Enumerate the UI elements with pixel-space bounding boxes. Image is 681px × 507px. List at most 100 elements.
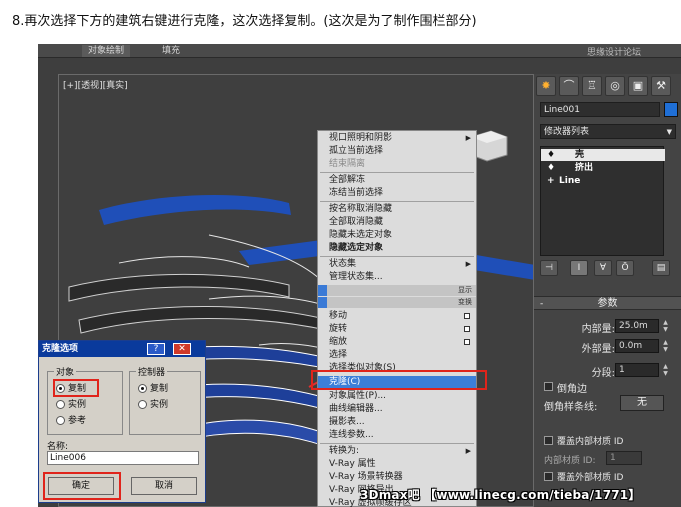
- modifier-stack[interactable]: ♦ 壳 ♦ 挤出 + Line: [540, 146, 665, 256]
- menu-dope-sheet[interactable]: 摄影表...: [318, 416, 476, 428]
- controller-group: 控制器 复制 实例: [129, 365, 201, 435]
- inner-amount-spinner[interactable]: 25.0m: [615, 319, 659, 333]
- menu-curve-editor[interactable]: 曲线编辑器...: [318, 403, 476, 415]
- modify-icon[interactable]: ⌒: [559, 76, 579, 96]
- segments-spinner[interactable]: 1: [615, 363, 659, 377]
- param-outer-amount: 外部量: 0.0m ▲ ▼: [534, 339, 681, 355]
- configure-sets-icon[interactable]: ▤: [652, 260, 670, 276]
- bevel-edges-checkbox[interactable]: [544, 382, 553, 391]
- override-outer-mat-checkbox[interactable]: [544, 472, 553, 481]
- bevel-spline-button[interactable]: 无: [620, 395, 664, 411]
- panel-tab-row: ✸ ⌒ ♖ ◎ ▣ ⚒: [536, 76, 679, 98]
- menu-scale-label: 缩放: [329, 337, 348, 347]
- spinner-arrows-icon[interactable]: ▲ ▼: [661, 363, 670, 377]
- menu-hide-unselected[interactable]: 隐藏未选定对象: [318, 229, 476, 241]
- quad-label-display: 显示: [458, 286, 472, 294]
- highlight-box-clone: [311, 370, 487, 390]
- menu-wire-parameters[interactable]: 连线参数...: [318, 429, 476, 441]
- menu-viewport-lighting-label: 视口照明和阴影: [329, 133, 393, 143]
- param-outer-amount-label: 外部量:: [581, 344, 615, 355]
- stack-item-extrude[interactable]: ♦ 挤出: [541, 162, 665, 174]
- submenu-arrow-icon: ▶: [465, 447, 471, 455]
- controller-group-title: 控制器: [136, 365, 168, 378]
- quad-label-transform: 变换: [458, 298, 472, 306]
- override-inner-mat-checkbox[interactable]: [544, 436, 553, 445]
- hierarchy-icon[interactable]: ♖: [582, 76, 602, 96]
- menu-vray-scene-converter[interactable]: V-Ray 场景转换器: [318, 471, 476, 483]
- pin-stack-icon[interactable]: ⊣: [540, 260, 558, 276]
- lightbulb-icon[interactable]: ♦: [547, 162, 555, 174]
- expand-plus-icon[interactable]: +: [547, 175, 555, 187]
- parameters-rollout-header[interactable]: - 参数: [534, 296, 681, 310]
- make-unique-icon[interactable]: ∀: [594, 260, 612, 276]
- controller-copy-label: 复制: [150, 384, 169, 394]
- stack-item-line-label: Line: [559, 176, 581, 186]
- menu-manage-state-sets[interactable]: 管理状态集...: [318, 271, 476, 283]
- menu-vray-properties[interactable]: V-Ray 属性: [318, 458, 476, 470]
- max-screenshot: 对象绘制 填充 思缘设计论坛 [+][透视][真实] 视口照明和阴影 ▶ 孤立当…: [38, 44, 681, 507]
- quad-marker: [318, 285, 327, 296]
- display-icon[interactable]: ▣: [628, 76, 648, 96]
- menu-select[interactable]: 选择: [318, 349, 476, 361]
- menu-convert-to[interactable]: 转换为: ▶: [318, 445, 476, 457]
- menu-hide-selection[interactable]: 隐藏选定对象: [318, 242, 476, 254]
- settings-box-icon[interactable]: [464, 339, 470, 345]
- modifier-list-dropdown[interactable]: 修改器列表 ▼: [540, 124, 676, 139]
- settings-box-icon[interactable]: [464, 313, 470, 319]
- menu-state-sets[interactable]: 状态集 ▶: [318, 258, 476, 270]
- quad-header-transform: 变换: [318, 297, 476, 308]
- help-button[interactable]: ?: [147, 343, 165, 355]
- menu-convert-to-label: 转换为:: [329, 446, 360, 456]
- param-inner-amount: 内部量: 25.0m ▲ ▼: [534, 319, 681, 335]
- outer-amount-spinner[interactable]: 0.0m: [615, 339, 659, 353]
- spinner-arrows-icon[interactable]: ▲ ▼: [661, 339, 670, 353]
- show-end-result-icon[interactable]: I: [570, 260, 588, 276]
- menu-unhide-by-name[interactable]: 按名称取消隐藏: [318, 203, 476, 215]
- dropdown-arrow-icon: ▼: [666, 128, 672, 136]
- close-button[interactable]: ✕: [173, 343, 191, 355]
- object-color-swatch[interactable]: [664, 102, 678, 117]
- quad-context-menu[interactable]: 视口照明和阴影 ▶ 孤立当前选择 结束隔离 全部解冻 冻结当前选择 按名称取消隐藏…: [317, 130, 477, 507]
- menu-separator: [320, 443, 474, 444]
- menu-isolate-selection[interactable]: 孤立当前选择: [318, 145, 476, 157]
- menu-rotate[interactable]: 旋转: [318, 323, 476, 335]
- tab-populate[interactable]: 填充: [156, 45, 186, 57]
- spinner-arrows-icon[interactable]: ▲ ▼: [661, 319, 670, 333]
- menu-object-properties[interactable]: 对象属性(P)...: [318, 390, 476, 402]
- modifier-list-label: 修改器列表: [544, 127, 590, 137]
- submenu-arrow-icon: ▶: [465, 260, 471, 268]
- menu-state-sets-label: 状态集: [329, 259, 357, 269]
- menu-viewport-lighting[interactable]: 视口照明和阴影 ▶: [318, 132, 476, 144]
- menu-move[interactable]: 移动: [318, 310, 476, 322]
- clone-name-input[interactable]: Line006: [47, 451, 199, 465]
- bevel-spline-label: 倒角样条线:: [544, 402, 598, 413]
- cancel-button[interactable]: 取消: [131, 477, 197, 495]
- object-instance-label: 实例: [68, 400, 87, 410]
- object-reference-radio[interactable]: 参考: [56, 416, 86, 426]
- menu-move-label: 移动: [329, 311, 348, 321]
- radio-dot: [56, 416, 65, 425]
- dialog-title: 克隆选项: [42, 344, 79, 354]
- lightbulb-icon[interactable]: ♦: [547, 149, 555, 161]
- menu-separator: [320, 201, 474, 202]
- utilities-icon[interactable]: ⚒: [651, 76, 671, 96]
- menu-unfreeze-all[interactable]: 全部解冻: [318, 174, 476, 186]
- tab-object-paint[interactable]: 对象绘制: [82, 45, 131, 57]
- remove-modifier-icon[interactable]: Ō: [616, 260, 634, 276]
- inner-mat-id-spinner[interactable]: 1: [606, 451, 642, 465]
- menu-rotate-label: 旋转: [329, 324, 348, 334]
- stack-item-shell[interactable]: ♦ 壳: [541, 149, 665, 161]
- controller-instance-label: 实例: [150, 400, 169, 410]
- radio-dot: [138, 400, 147, 409]
- object-instance-radio[interactable]: 实例: [56, 400, 86, 410]
- menu-freeze-selection[interactable]: 冻结当前选择: [318, 187, 476, 199]
- menu-scale[interactable]: 缩放: [318, 336, 476, 348]
- menu-unhide-all[interactable]: 全部取消隐藏: [318, 216, 476, 228]
- create-icon[interactable]: ✸: [536, 76, 556, 96]
- settings-box-icon[interactable]: [464, 326, 470, 332]
- stack-item-line[interactable]: + Line: [541, 175, 665, 187]
- object-name-field[interactable]: Line001: [540, 102, 660, 117]
- motion-icon[interactable]: ◎: [605, 76, 625, 96]
- controller-instance-radio[interactable]: 实例: [138, 400, 168, 410]
- controller-copy-radio[interactable]: 复制: [138, 384, 168, 394]
